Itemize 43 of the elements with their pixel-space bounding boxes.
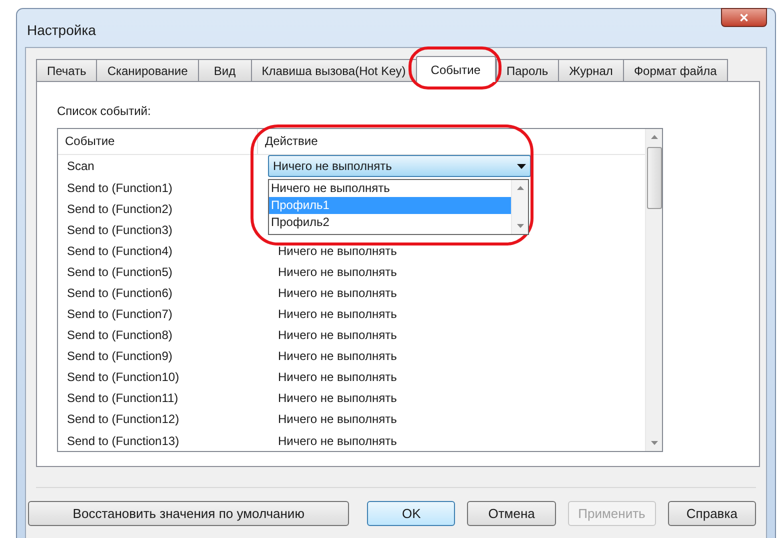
column-header[interactable]: Действие: [258, 129, 645, 154]
action-cell-text: Ничего не выполнять: [277, 306, 397, 324]
event-cell-text: Send to (Function9): [66, 348, 174, 366]
tab[interactable]: Формат файла: [622, 59, 728, 81]
event-cell-text: Scan: [66, 158, 96, 176]
event-cell-text: Send to (Function6): [66, 284, 174, 302]
tab[interactable]: Журнал: [558, 59, 623, 81]
dialog-button[interactable]: OK: [367, 501, 456, 526]
action-cell-text: Ничего не выполнять: [277, 390, 397, 408]
tab[interactable]: Пароль: [496, 59, 558, 81]
action-dropdown[interactable]: Ничего не выполнять: [268, 155, 531, 178]
tab[interactable]: Вид: [198, 59, 251, 81]
dialog-button[interactable]: Восстановить значения по умолчанию: [28, 501, 350, 526]
column-header[interactable]: Событие: [58, 129, 258, 154]
action-cell-text: Ничего не выполнять: [277, 411, 397, 428]
event-cell-text: Send to (Function12): [66, 411, 180, 428]
dialog-button[interactable]: Справка: [668, 501, 756, 526]
event-cell-text: Send to (Function2): [66, 200, 174, 218]
action-cell-text: Ничего не выполнять: [277, 369, 397, 386]
event-cell-text: Send to (Function13): [66, 432, 180, 450]
event-cell-text: Send to (Function8): [66, 327, 174, 344]
list-label: Список событий:: [57, 103, 152, 120]
event-cell-text: Send to (Function3): [66, 222, 174, 239]
event-cell-text: Send to (Function1): [66, 180, 174, 197]
action-cell-text: Ничего не выполнять: [277, 284, 397, 302]
tab[interactable]: Сканирование: [96, 59, 198, 81]
action-cell-text: Ничего не выполнять: [277, 242, 397, 260]
event-cell-text: Send to (Function11): [66, 390, 180, 408]
tab[interactable]: Клавиша вызова(Hot Key): [250, 59, 416, 81]
dropdown-option[interactable]: Ничего не выполнять: [269, 180, 511, 198]
action-cell-text: Ничего не выполнять: [277, 348, 397, 366]
dialog-button[interactable]: Отмена: [467, 501, 556, 526]
event-cell-text: Send to (Function7): [66, 306, 174, 324]
tab[interactable]: Печать: [36, 59, 96, 81]
action-cell-text: Ничего не выполнять: [277, 432, 397, 450]
dropdown-option[interactable]: Профиль2: [269, 214, 511, 232]
action-cell-text: Ничего не выполнять: [277, 327, 397, 344]
event-cell-text: Send to (Function5): [66, 264, 174, 281]
tab[interactable]: Событие: [416, 56, 496, 82]
action-cell-text: Ничего не выполнять: [277, 264, 397, 281]
event-cell-text: Send to (Function10): [66, 369, 180, 386]
window-title: Настройка: [27, 20, 96, 40]
event-cell-text: Send to (Function4): [66, 242, 174, 260]
